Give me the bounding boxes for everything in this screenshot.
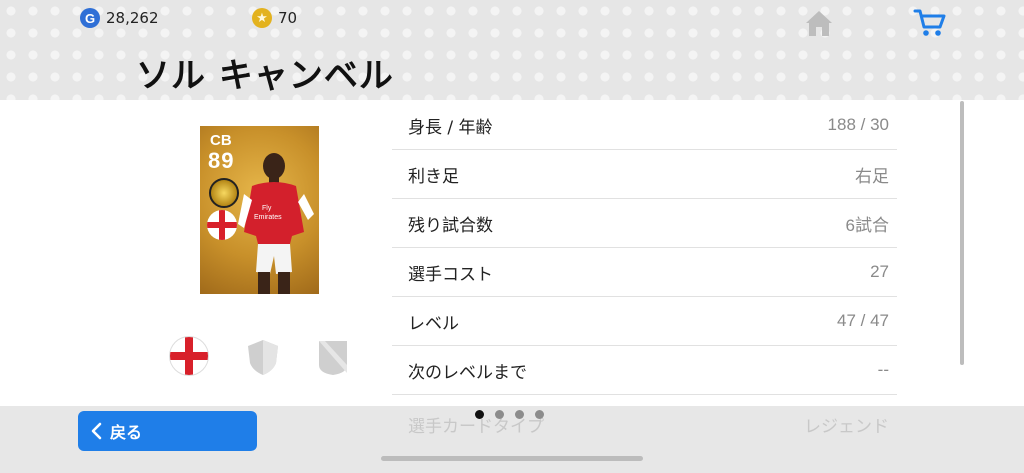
gp-balance: G 28,262 (80, 8, 159, 28)
card-position: CB (210, 132, 232, 149)
stats-scrollbar[interactable] (960, 101, 964, 365)
gp-coin-icon: G (80, 8, 100, 28)
svg-text:Fly: Fly (262, 205, 272, 212)
top-bar: G 28,262 ★ 70 ソル キャンベル (0, 0, 1024, 100)
stat-row-card-type: 選手カードタイプ レジェンド (392, 406, 897, 442)
nationality-flag-icon (170, 337, 208, 375)
stat-row-foot: 利き足 右足 (392, 150, 897, 199)
page-dot[interactable] (515, 410, 524, 419)
stat-row-remaining-matches: 残り試合数 6試合 (392, 199, 897, 248)
club-crest-placeholder-icon (248, 340, 278, 375)
stat-row-cost: 選手コスト 27 (392, 248, 897, 297)
stat-label: 選手コスト (408, 264, 493, 285)
back-button-label: 戻る (110, 423, 143, 442)
star-coin-icon: ★ (252, 8, 272, 28)
stat-value: 47 / 47 (837, 311, 889, 330)
stat-label: 身長 / 年齢 (408, 117, 493, 138)
cart-icon[interactable] (913, 8, 947, 38)
england-flag-icon (207, 210, 237, 240)
gp-amount: 28,262 (106, 9, 159, 27)
home-indicator (381, 456, 643, 461)
page-dot[interactable] (535, 410, 544, 419)
player-card[interactable]: CB 89 Fly Emirates (200, 126, 319, 294)
coin-amount: 70 (278, 9, 298, 27)
coin-balance: ★ 70 (252, 8, 297, 28)
stat-value: 6試合 (845, 215, 889, 235)
stat-label: レベル (408, 313, 459, 334)
stat-value: 188 / 30 (827, 115, 889, 134)
stat-value: -- (877, 360, 889, 379)
back-button[interactable]: 戻る (78, 411, 257, 451)
league-emblem-placeholder-icon (319, 341, 347, 375)
page-dot[interactable] (495, 410, 504, 419)
stat-label: 次のレベルまで (408, 362, 527, 383)
stat-row-level: レベル 47 / 47 (392, 297, 897, 346)
stat-label: 利き足 (408, 166, 459, 187)
legend-badge-icon (209, 178, 239, 208)
page-dot[interactable] (475, 410, 484, 419)
stat-row-next-level: 次のレベルまで -- (392, 346, 897, 395)
page-title: ソル キャンベル (136, 56, 394, 96)
home-icon[interactable] (803, 8, 835, 38)
page-indicator (475, 410, 544, 419)
stat-value: レジェンド (804, 416, 889, 437)
card-rating: 89 (208, 148, 235, 173)
stats-list: 身長 / 年齢 188 / 30 利き足 右足 残り試合数 6試合 選手コスト … (392, 101, 897, 395)
stat-label: 残り試合数 (408, 215, 493, 236)
stat-value: 右足 (855, 166, 889, 186)
svg-text:Emirates: Emirates (254, 214, 282, 221)
stat-row-height-age: 身長 / 年齢 188 / 30 (392, 101, 897, 150)
chevron-left-icon (91, 422, 102, 440)
player-image: Fly Emirates (238, 153, 314, 294)
stat-value: 27 (870, 262, 889, 281)
